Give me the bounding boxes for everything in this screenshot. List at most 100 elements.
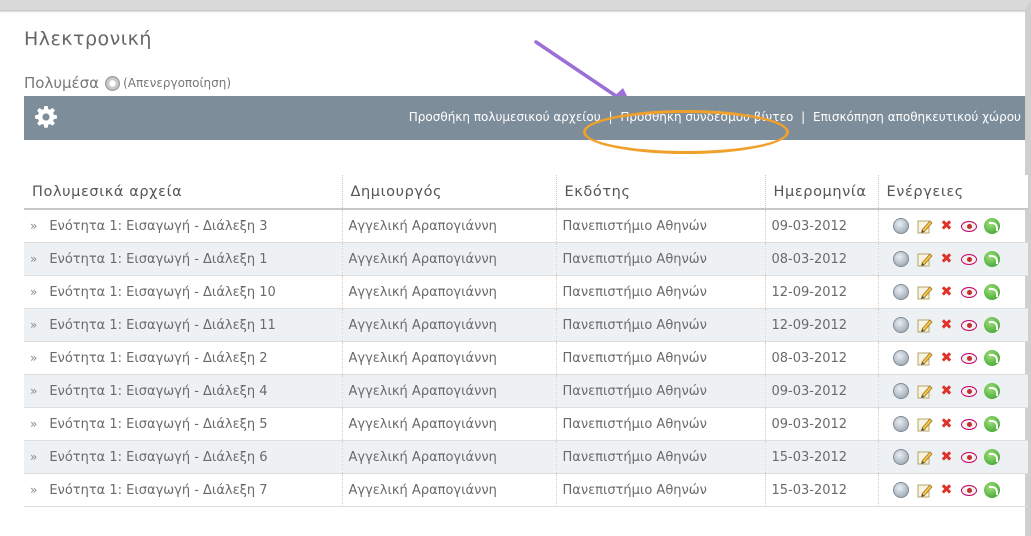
globe-icon[interactable] bbox=[892, 284, 909, 300]
date-cell: 12-09-2012 bbox=[764, 308, 878, 342]
delete-icon[interactable]: ✖ bbox=[940, 450, 954, 464]
refresh-icon[interactable] bbox=[983, 416, 1000, 432]
media-title-link[interactable]: Ενότητα 1: Εισαγωγή - Διάλεξη 11 bbox=[49, 318, 275, 333]
media-title-link[interactable]: Ενότητα 1: Εισαγωγή - Διάλεξη 3 bbox=[49, 219, 267, 234]
refresh-icon[interactable] bbox=[983, 251, 1000, 267]
publisher-cell: Πανεπιστήμιο Αθηνών bbox=[555, 440, 765, 474]
publisher-cell: Πανεπιστήμιο Αθηνών bbox=[555, 209, 765, 243]
column-header-media-files[interactable]: Πολυμεσικά αρχεία bbox=[24, 175, 342, 210]
delete-icon[interactable]: ✖ bbox=[940, 219, 954, 233]
media-title-link[interactable]: Ενότητα 1: Εισαγωγή - Διάλεξη 10 bbox=[49, 285, 275, 300]
refresh-icon[interactable] bbox=[983, 383, 1000, 399]
globe-icon[interactable] bbox=[892, 482, 909, 498]
creator-cell: Αγγελική Αραπογιάννη bbox=[341, 275, 556, 309]
refresh-icon[interactable] bbox=[983, 317, 1000, 333]
edit-icon[interactable] bbox=[916, 383, 933, 400]
delete-icon[interactable]: ✖ bbox=[940, 285, 954, 299]
globe-icon[interactable] bbox=[892, 218, 909, 234]
media-title-link[interactable]: Ενότητα 1: Εισαγωγή - Διάλεξη 5 bbox=[49, 417, 267, 432]
refresh-icon[interactable] bbox=[983, 218, 1000, 234]
media-title-cell[interactable]: » Ενότητα 1: Εισαγωγή - Διάλεξη 6 bbox=[24, 440, 342, 474]
actions-cell: ✖ bbox=[877, 341, 1028, 375]
delete-icon[interactable]: ✖ bbox=[940, 417, 954, 431]
visibility-icon[interactable] bbox=[960, 220, 977, 232]
delete-icon[interactable]: ✖ bbox=[940, 252, 954, 266]
edit-icon[interactable] bbox=[916, 416, 933, 433]
media-title-cell[interactable]: » Ενότητα 1: Εισαγωγή - Διάλεξη 1 bbox=[24, 242, 342, 276]
row-bullet: » bbox=[30, 251, 38, 266]
globe-icon[interactable] bbox=[892, 383, 909, 399]
deactivate-link[interactable]: (Απενεργοποίηση) bbox=[123, 76, 231, 90]
add-video-link[interactable]: Προσθήκη συνδέσμου βίντεο bbox=[620, 110, 793, 124]
date-cell: 09-03-2012 bbox=[764, 209, 878, 243]
delete-icon[interactable]: ✖ bbox=[940, 384, 954, 398]
publisher-cell: Πανεπιστήμιο Αθηνών bbox=[555, 308, 765, 342]
refresh-icon[interactable] bbox=[983, 482, 1000, 498]
gear-icon[interactable] bbox=[34, 105, 58, 129]
refresh-icon[interactable] bbox=[983, 284, 1000, 300]
media-title-link[interactable]: Ενότητα 1: Εισαγωγή - Διάλεξη 2 bbox=[49, 351, 267, 366]
globe-icon[interactable] bbox=[892, 350, 909, 366]
media-title-cell[interactable]: » Ενότητα 1: Εισαγωγή - Διάλεξη 10 bbox=[24, 275, 342, 309]
publisher-cell: Πανεπιστήμιο Αθηνών bbox=[555, 374, 765, 408]
media-title-link[interactable]: Ενότητα 1: Εισαγωγή - Διάλεξη 7 bbox=[49, 483, 267, 498]
media-title-cell[interactable]: » Ενότητα 1: Εισαγωγή - Διάλεξη 5 bbox=[24, 407, 342, 441]
edit-icon[interactable] bbox=[916, 482, 933, 499]
refresh-icon[interactable] bbox=[983, 449, 1000, 465]
visibility-icon[interactable] bbox=[960, 385, 977, 397]
actions-cell: ✖ bbox=[877, 407, 1028, 441]
toggle-status-icon[interactable] bbox=[105, 75, 121, 91]
globe-icon[interactable] bbox=[892, 317, 909, 333]
row-bullet: » bbox=[30, 482, 38, 497]
media-title-link[interactable]: Ενότητα 1: Εισαγωγή - Διάλεξη 6 bbox=[49, 450, 267, 465]
visibility-icon[interactable] bbox=[960, 319, 977, 331]
visibility-icon[interactable] bbox=[960, 484, 977, 496]
date-cell: 08-03-2012 bbox=[764, 341, 878, 375]
row-bullet: » bbox=[30, 284, 38, 299]
section-title: Πολυμέσα bbox=[24, 74, 100, 92]
media-title-cell[interactable]: » Ενότητα 1: Εισαγωγή - Διάλεξη 4 bbox=[24, 374, 342, 408]
row-bullet: » bbox=[30, 218, 38, 233]
creator-cell: Αγγελική Αραπογιάννη bbox=[341, 374, 556, 408]
media-title-link[interactable]: Ενότητα 1: Εισαγωγή - Διάλεξη 1 bbox=[49, 252, 267, 267]
visibility-icon[interactable] bbox=[960, 451, 977, 463]
add-media-link[interactable]: Προσθήκη πολυμεσικού αρχείου bbox=[409, 110, 601, 124]
table-row: » Ενότητα 1: Εισαγωγή - Διάλεξη 6 Αγγελική… bbox=[24, 440, 1028, 474]
date-cell: 09-03-2012 bbox=[764, 374, 878, 408]
visibility-icon[interactable] bbox=[960, 352, 977, 364]
actions-cell: ✖ bbox=[877, 242, 1028, 276]
media-title-link[interactable]: Ενότητα 1: Εισαγωγή - Διάλεξη 4 bbox=[49, 384, 267, 399]
storage-overview-link[interactable]: Επισκόπηση αποθηκευτικού χώρου bbox=[813, 110, 1021, 124]
media-title-cell[interactable]: » Ενότητα 1: Εισαγωγή - Διάλεξη 2 bbox=[24, 341, 342, 375]
delete-icon[interactable]: ✖ bbox=[940, 318, 954, 332]
column-header-creator[interactable]: Δημιουργός bbox=[341, 175, 556, 210]
globe-icon[interactable] bbox=[892, 449, 909, 465]
visibility-icon[interactable] bbox=[960, 286, 977, 298]
actions-cell: ✖ bbox=[877, 275, 1028, 309]
creator-cell: Αγγελική Αραπογιάννη bbox=[341, 473, 556, 507]
refresh-icon[interactable] bbox=[983, 350, 1000, 366]
publisher-cell: Πανεπιστήμιο Αθηνών bbox=[555, 407, 765, 441]
actions-cell: ✖ bbox=[877, 440, 1028, 474]
media-title-cell[interactable]: » Ενότητα 1: Εισαγωγή - Διάλεξη 3 bbox=[24, 209, 342, 243]
edit-icon[interactable] bbox=[916, 449, 933, 466]
delete-icon[interactable]: ✖ bbox=[940, 351, 954, 365]
edit-icon[interactable] bbox=[916, 251, 933, 268]
date-cell: 15-03-2012 bbox=[764, 440, 878, 474]
visibility-icon[interactable] bbox=[960, 418, 977, 430]
visibility-icon[interactable] bbox=[960, 253, 977, 265]
delete-icon[interactable]: ✖ bbox=[940, 483, 954, 497]
media-title-cell[interactable]: » Ενότητα 1: Εισαγωγή - Διάλεξη 11 bbox=[24, 308, 342, 342]
edit-icon[interactable] bbox=[916, 218, 933, 235]
media-title-cell[interactable]: » Ενότητα 1: Εισαγωγή - Διάλεξη 7 bbox=[24, 473, 342, 507]
globe-icon[interactable] bbox=[892, 251, 909, 267]
edit-icon[interactable] bbox=[916, 350, 933, 367]
globe-icon[interactable] bbox=[892, 416, 909, 432]
column-header-date[interactable]: Ημερομηνία bbox=[764, 175, 878, 210]
column-header-publisher[interactable]: Εκδότης bbox=[555, 175, 765, 210]
creator-cell: Αγγελική Αραπογιάννη bbox=[341, 209, 556, 243]
edit-icon[interactable] bbox=[916, 317, 933, 334]
edit-icon[interactable] bbox=[916, 284, 933, 301]
separator: | bbox=[608, 110, 613, 124]
row-bullet: » bbox=[30, 350, 38, 365]
